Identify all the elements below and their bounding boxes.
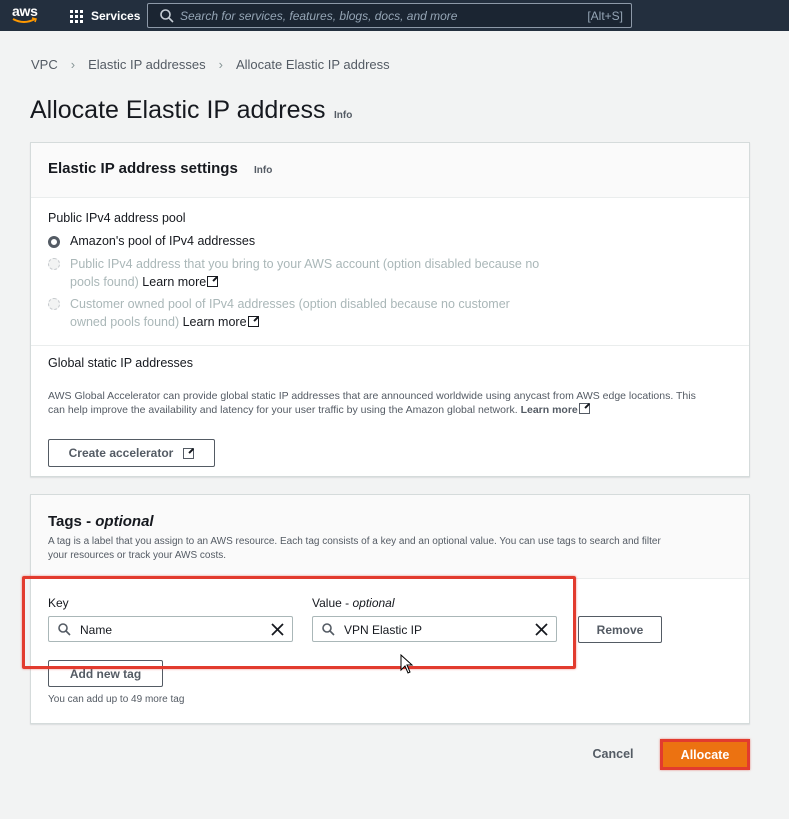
- create-accelerator-label: Create accelerator: [68, 446, 174, 460]
- allocate-label: Allocate: [680, 747, 730, 762]
- tags-title: Tags - optional: [48, 513, 154, 530]
- grid-icon: [70, 9, 83, 23]
- global-static-ip-label: Global static IP addresses: [48, 356, 193, 370]
- page-title: Allocate Elastic IP address: [30, 96, 326, 124]
- radio-customer-owned-pool: [48, 298, 60, 310]
- option-byoip-line2: pools found) Learn more: [70, 272, 219, 292]
- tags-panel-header: Tags - optional A tag is a label that yo…: [31, 495, 749, 579]
- global-learn-more-link[interactable]: Learn more: [521, 404, 578, 416]
- page-info-link[interactable]: Info: [334, 110, 352, 121]
- option-amazon-pool-label: Amazon's pool of IPv4 addresses: [70, 234, 256, 248]
- coip-learn-more-link[interactable]: Learn more: [183, 315, 247, 329]
- radio-byoip-pool: [48, 258, 60, 270]
- services-label: Services: [91, 9, 141, 23]
- global-accelerator-desc-line1: AWS Global Accelerator can provide globa…: [48, 390, 696, 402]
- external-link-icon: [247, 316, 259, 327]
- services-menu-button[interactable]: Services: [70, 8, 140, 24]
- mouse-cursor-icon: [400, 654, 414, 674]
- search-placeholder: Search for services, features, blogs, do…: [180, 9, 458, 23]
- external-link-icon: [207, 276, 219, 287]
- settings-title: Elastic IP address settings: [48, 160, 238, 177]
- global-search-input[interactable]: Search for services, features, blogs, do…: [147, 3, 632, 28]
- cancel-label: Cancel: [592, 747, 634, 761]
- breadcrumb-item-current: Allocate Elastic IP address: [235, 57, 390, 72]
- aws-smile-icon: [12, 17, 37, 23]
- tags-description: A tag is a label that you assign to an A…: [48, 536, 661, 561]
- chevron-right-icon: ›: [70, 57, 76, 72]
- option-byoip-line1: Public IPv4 address that you bring to yo…: [70, 257, 540, 271]
- tag-fields-highlight: [22, 576, 576, 669]
- settings-panel-header: Elastic IP address settings Info: [31, 143, 749, 198]
- breadcrumb: VPC › Elastic IP addresses › Allocate El…: [31, 57, 390, 72]
- external-link-icon: [183, 447, 195, 459]
- allocate-button[interactable]: Allocate: [660, 739, 750, 770]
- aws-logo[interactable]: aws: [10, 3, 44, 29]
- search-icon: [160, 9, 174, 23]
- tags-limit-text: You can add up to 49 more tag: [48, 694, 185, 705]
- cancel-button[interactable]: Cancel: [583, 740, 643, 768]
- breadcrumb-item-elastic-ip[interactable]: Elastic IP addresses: [88, 57, 206, 72]
- remove-tag-button[interactable]: Remove: [578, 616, 662, 643]
- external-link-icon: [578, 403, 590, 414]
- radio-amazon-pool[interactable]: [48, 236, 60, 248]
- option-coip-line2: owned pools found) Learn more: [70, 312, 259, 332]
- byoip-learn-more-link[interactable]: Learn more: [142, 275, 206, 289]
- option-coip-line1: Customer owned pool of IPv4 addresses (o…: [70, 297, 510, 311]
- create-accelerator-button[interactable]: Create accelerator: [48, 439, 215, 467]
- settings-info-link[interactable]: Info: [254, 165, 272, 176]
- pool-label: Public IPv4 address pool: [48, 211, 186, 225]
- top-navigation: aws Services Search for services, featur…: [0, 0, 789, 31]
- global-accelerator-desc-line2: can help improve the availability and la…: [48, 403, 738, 417]
- section-divider: [31, 345, 749, 346]
- breadcrumb-item-vpc[interactable]: VPC: [31, 57, 58, 72]
- remove-tag-label: Remove: [596, 622, 644, 637]
- chevron-right-icon: ›: [218, 57, 223, 72]
- search-shortcut: [Alt+S]: [587, 9, 623, 23]
- elastic-ip-settings-panel: Elastic IP address settings Info Public …: [30, 142, 750, 477]
